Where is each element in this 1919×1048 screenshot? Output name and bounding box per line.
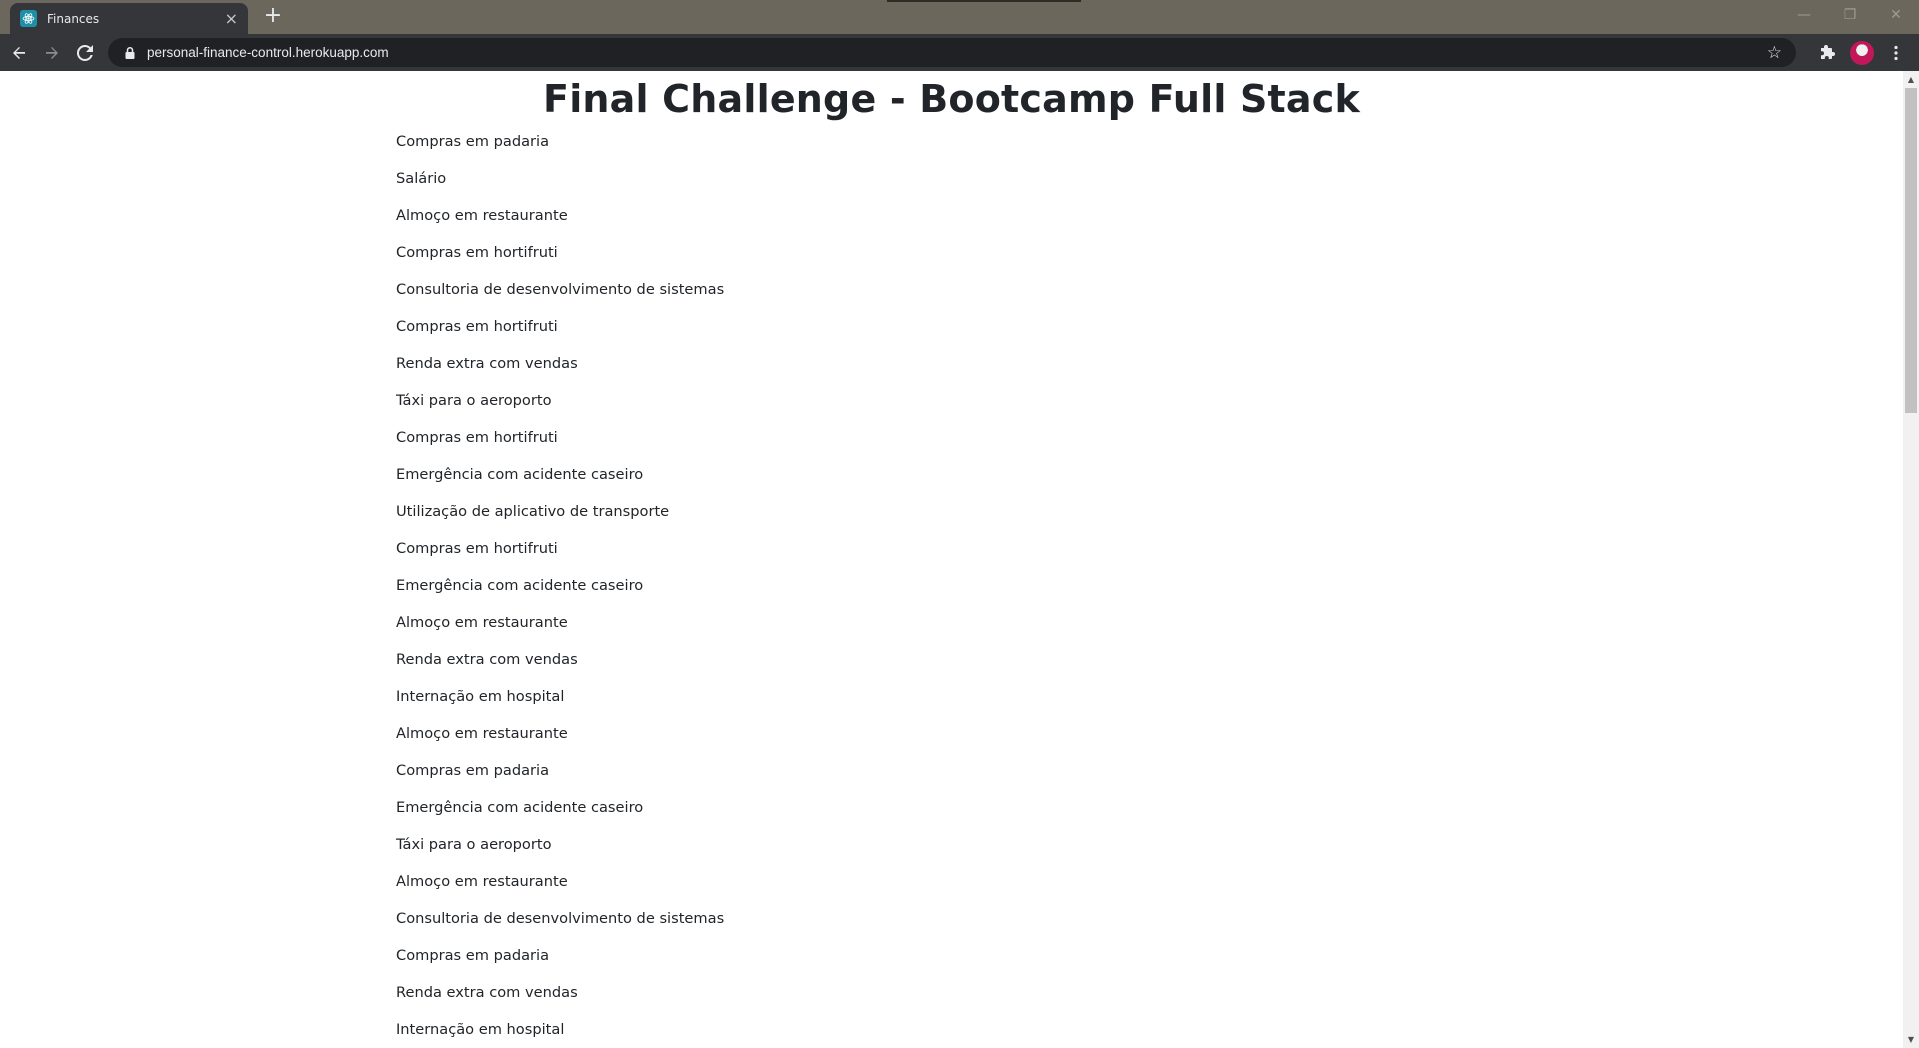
transaction-item: Renda extra com vendas	[396, 355, 578, 372]
browser-menu-button[interactable]	[1883, 40, 1909, 66]
close-window-button[interactable]: ✕	[1873, 0, 1919, 30]
transaction-item: Consultoria de desenvolvimento de sistem…	[396, 910, 725, 927]
vertical-scrollbar[interactable]: ▲ ▼	[1903, 71, 1919, 1048]
tab-close-icon[interactable]: ×	[225, 10, 238, 27]
minimize-button[interactable]: —	[1781, 0, 1827, 30]
transaction-item: Táxi para o aeroporto	[396, 392, 552, 409]
transaction-item: Compras em padaria	[396, 762, 550, 779]
avatar	[1850, 40, 1874, 65]
page-title: Final Challenge - Bootcamp Full Stack	[543, 77, 1360, 121]
profile-button[interactable]	[1849, 40, 1875, 66]
puzzle-icon	[1821, 44, 1835, 59]
transaction-item: Almoço em restaurante	[396, 873, 568, 890]
transaction-item: Internação em hospital	[396, 1021, 565, 1038]
window-controls: — ❐ ✕	[1781, 0, 1919, 30]
transaction-item: Salário	[396, 170, 447, 187]
transaction-item: Utilização de aplicativo de transporte	[396, 503, 670, 520]
transaction-item: Táxi para o aeroporto	[396, 836, 552, 853]
transaction-item: Renda extra com vendas	[396, 651, 578, 668]
window-drag-area[interactable]	[887, 0, 1081, 2]
reload-button[interactable]	[71, 39, 99, 67]
browser-toolbar: personal-finance-control.herokuapp.com ☆	[0, 34, 1919, 71]
url-text[interactable]: personal-finance-control.herokuapp.com	[147, 45, 1767, 60]
transaction-item: Emergência com acidente caseiro	[396, 577, 644, 594]
lock-icon	[125, 46, 135, 59]
new-tab-button[interactable]: +	[261, 5, 285, 29]
scroll-down-button[interactable]: ▼	[1903, 1031, 1919, 1048]
arrow-left-icon	[13, 46, 25, 59]
extensions-button[interactable]	[1815, 40, 1841, 66]
transaction-item: Internação em hospital	[396, 688, 565, 705]
transaction-item: Compras em hortifruti	[396, 244, 558, 261]
tab-strip: Finances × + — ❐ ✕	[0, 0, 1919, 34]
tab-title: Finances	[47, 11, 100, 26]
transaction-list: Compras em padaria Salário Almoço em resta…	[396, 123, 1296, 1048]
toolbar-actions	[1815, 38, 1909, 67]
transaction-item: Almoço em restaurante	[396, 725, 568, 742]
transaction-item: Emergência com acidente caseiro	[396, 466, 644, 483]
transaction-item: Compras em padaria	[396, 947, 550, 964]
scrollbar-thumb[interactable]	[1905, 88, 1917, 413]
forward-button[interactable]	[38, 39, 66, 67]
restore-button[interactable]: ❐	[1827, 0, 1873, 30]
browser-tab-finances[interactable]: Finances ×	[10, 3, 248, 34]
transaction-item: Almoço em restaurante	[396, 614, 568, 631]
reload-icon	[77, 44, 93, 61]
transaction-item: Compras em hortifruti	[396, 429, 558, 446]
transaction-item: Renda extra com vendas	[396, 984, 578, 1001]
back-button[interactable]	[5, 39, 33, 67]
kebab-menu-icon	[1894, 45, 1898, 60]
transaction-item: Compras em hortifruti	[396, 318, 558, 335]
arrow-right-icon	[46, 46, 58, 59]
page-viewport: Final Challenge - Bootcamp Full Stack Co…	[0, 71, 1903, 1048]
transaction-item: Almoço em restaurante	[396, 207, 568, 224]
transaction-item: Consultoria de desenvolvimento de sistem…	[396, 281, 725, 298]
address-bar[interactable]: personal-finance-control.herokuapp.com ☆	[108, 38, 1796, 67]
react-logo-icon	[20, 10, 37, 27]
transaction-item: Compras em hortifruti	[396, 540, 558, 557]
scroll-up-button[interactable]: ▲	[1903, 71, 1919, 88]
star-icon[interactable]: ☆	[1767, 43, 1782, 63]
transaction-item: Compras em padaria	[396, 133, 550, 150]
transaction-item: Emergência com acidente caseiro	[396, 799, 644, 816]
